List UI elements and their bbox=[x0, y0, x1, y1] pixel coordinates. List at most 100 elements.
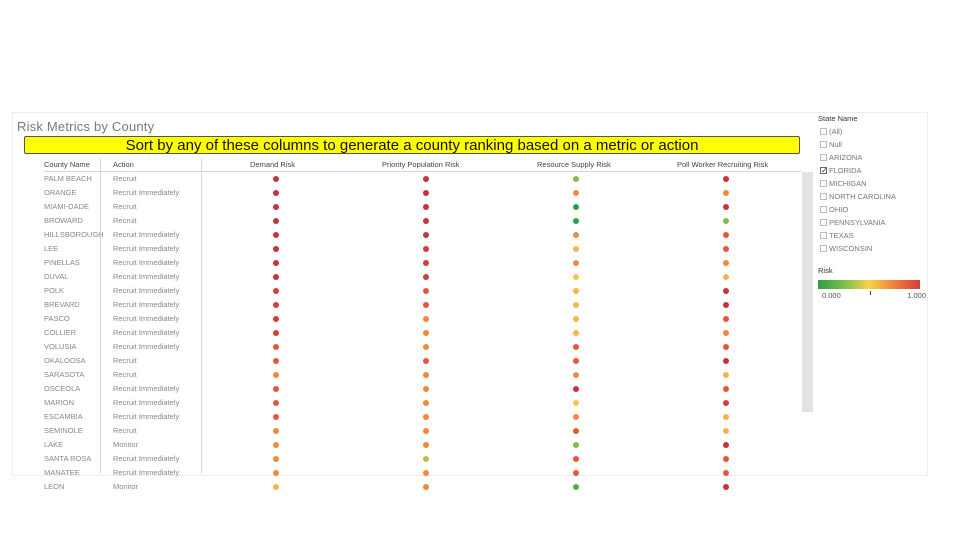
resource-supply-risk-dot[interactable] bbox=[573, 190, 579, 196]
filter-option[interactable]: MICHIGAN bbox=[818, 177, 928, 190]
header-priority-population-risk[interactable]: Priority Population Risk bbox=[382, 158, 460, 171]
table-row[interactable]: PASCO Recruit Immediately bbox=[14, 311, 814, 325]
checkbox-icon[interactable] bbox=[820, 193, 827, 200]
priority-population-risk-dot[interactable] bbox=[423, 330, 429, 336]
priority-population-risk-dot[interactable] bbox=[423, 302, 429, 308]
poll-worker-risk-dot[interactable] bbox=[723, 274, 729, 280]
priority-population-risk-dot[interactable] bbox=[423, 274, 429, 280]
resource-supply-risk-dot[interactable] bbox=[573, 204, 579, 210]
table-row[interactable]: BROWARD Recruit bbox=[14, 213, 814, 227]
demand-risk-dot[interactable] bbox=[273, 288, 279, 294]
priority-population-risk-dot[interactable] bbox=[423, 316, 429, 322]
priority-population-risk-dot[interactable] bbox=[423, 470, 429, 476]
poll-worker-risk-dot[interactable] bbox=[723, 218, 729, 224]
resource-supply-risk-dot[interactable] bbox=[573, 246, 579, 252]
checkbox-icon[interactable] bbox=[820, 128, 827, 135]
table-row[interactable]: OSCEOLA Recruit Immediately bbox=[14, 381, 814, 395]
demand-risk-dot[interactable] bbox=[273, 232, 279, 238]
demand-risk-dot[interactable] bbox=[273, 386, 279, 392]
checkbox-icon[interactable] bbox=[820, 180, 827, 187]
table-row[interactable]: COLLIER Recruit Immediately bbox=[14, 325, 814, 339]
priority-population-risk-dot[interactable] bbox=[423, 288, 429, 294]
priority-population-risk-dot[interactable] bbox=[423, 358, 429, 364]
table-row[interactable]: OKALOOSA Recruit bbox=[14, 353, 814, 367]
table-row[interactable]: LAKE Monitor bbox=[14, 437, 814, 451]
demand-risk-dot[interactable] bbox=[273, 400, 279, 406]
table-row[interactable]: LEE Recruit Immediately bbox=[14, 241, 814, 255]
priority-population-risk-dot[interactable] bbox=[423, 372, 429, 378]
table-row[interactable]: PINELLAS Recruit Immediately bbox=[14, 255, 814, 269]
table-row[interactable]: ORANGE Recruit Immediately bbox=[14, 185, 814, 199]
priority-population-risk-dot[interactable] bbox=[423, 204, 429, 210]
resource-supply-risk-dot[interactable] bbox=[573, 372, 579, 378]
resource-supply-risk-dot[interactable] bbox=[573, 386, 579, 392]
demand-risk-dot[interactable] bbox=[273, 372, 279, 378]
priority-population-risk-dot[interactable] bbox=[423, 484, 429, 490]
resource-supply-risk-dot[interactable] bbox=[573, 260, 579, 266]
poll-worker-risk-dot[interactable] bbox=[723, 386, 729, 392]
resource-supply-risk-dot[interactable] bbox=[573, 288, 579, 294]
priority-population-risk-dot[interactable] bbox=[423, 190, 429, 196]
checkbox-icon[interactable] bbox=[820, 232, 827, 239]
poll-worker-risk-dot[interactable] bbox=[723, 442, 729, 448]
checkbox-checked-icon[interactable]: ✓ bbox=[820, 167, 828, 175]
resource-supply-risk-dot[interactable] bbox=[573, 442, 579, 448]
filter-option[interactable]: TEXAS bbox=[818, 229, 928, 242]
table-row[interactable]: VOLUSIA Recruit Immediately bbox=[14, 339, 814, 353]
poll-worker-risk-dot[interactable] bbox=[723, 428, 729, 434]
table-row[interactable]: LEON Monitor bbox=[14, 479, 814, 493]
filter-option[interactable]: PENNSYLVANIA bbox=[818, 216, 928, 229]
checkbox-icon[interactable] bbox=[820, 206, 827, 213]
poll-worker-risk-dot[interactable] bbox=[723, 470, 729, 476]
resource-supply-risk-dot[interactable] bbox=[573, 302, 579, 308]
resource-supply-risk-dot[interactable] bbox=[573, 484, 579, 490]
filter-option[interactable]: OHIO bbox=[818, 203, 928, 216]
poll-worker-risk-dot[interactable] bbox=[723, 260, 729, 266]
table-scrollbar[interactable] bbox=[802, 172, 813, 412]
poll-worker-risk-dot[interactable] bbox=[723, 414, 729, 420]
checkbox-icon[interactable] bbox=[820, 154, 827, 161]
resource-supply-risk-dot[interactable] bbox=[573, 344, 579, 350]
priority-population-risk-dot[interactable] bbox=[423, 400, 429, 406]
demand-risk-dot[interactable] bbox=[273, 316, 279, 322]
priority-population-risk-dot[interactable] bbox=[423, 414, 429, 420]
resource-supply-risk-dot[interactable] bbox=[573, 456, 579, 462]
header-poll-worker-recruiting-risk[interactable]: Poll Worker Recruiting Risk bbox=[677, 158, 768, 171]
priority-population-risk-dot[interactable] bbox=[423, 456, 429, 462]
table-row[interactable]: MANATEE Recruit Immediately bbox=[14, 465, 814, 479]
poll-worker-risk-dot[interactable] bbox=[723, 302, 729, 308]
header-resource-supply-risk[interactable]: Resource Supply Risk bbox=[537, 158, 611, 171]
poll-worker-risk-dot[interactable] bbox=[723, 232, 729, 238]
demand-risk-dot[interactable] bbox=[273, 246, 279, 252]
table-row[interactable]: HILLSBOROUGH Recruit Immediately bbox=[14, 227, 814, 241]
poll-worker-risk-dot[interactable] bbox=[723, 176, 729, 182]
resource-supply-risk-dot[interactable] bbox=[573, 358, 579, 364]
priority-population-risk-dot[interactable] bbox=[423, 386, 429, 392]
table-row[interactable]: PALM BEACH Recruit bbox=[14, 171, 814, 185]
table-row[interactable]: MARION Recruit Immediately bbox=[14, 395, 814, 409]
priority-population-risk-dot[interactable] bbox=[423, 218, 429, 224]
demand-risk-dot[interactable] bbox=[273, 330, 279, 336]
table-row[interactable]: MIAMI-DADE Recruit bbox=[14, 199, 814, 213]
demand-risk-dot[interactable] bbox=[273, 358, 279, 364]
poll-worker-risk-dot[interactable] bbox=[723, 344, 729, 350]
poll-worker-risk-dot[interactable] bbox=[723, 456, 729, 462]
table-row[interactable]: SEMINOLE Recruit bbox=[14, 423, 814, 437]
resource-supply-risk-dot[interactable] bbox=[573, 414, 579, 420]
checkbox-icon[interactable] bbox=[820, 219, 827, 226]
resource-supply-risk-dot[interactable] bbox=[573, 218, 579, 224]
filter-option[interactable]: ARIZONA bbox=[818, 151, 928, 164]
priority-population-risk-dot[interactable] bbox=[423, 232, 429, 238]
priority-population-risk-dot[interactable] bbox=[423, 344, 429, 350]
poll-worker-risk-dot[interactable] bbox=[723, 204, 729, 210]
demand-risk-dot[interactable] bbox=[273, 274, 279, 280]
demand-risk-dot[interactable] bbox=[273, 302, 279, 308]
checkbox-icon[interactable] bbox=[820, 245, 827, 252]
demand-risk-dot[interactable] bbox=[273, 442, 279, 448]
header-county-name[interactable]: County Name bbox=[44, 158, 90, 171]
table-row[interactable]: DUVAL Recruit Immediately bbox=[14, 269, 814, 283]
demand-risk-dot[interactable] bbox=[273, 428, 279, 434]
filter-option[interactable]: WISCONSIN bbox=[818, 242, 928, 255]
poll-worker-risk-dot[interactable] bbox=[723, 358, 729, 364]
resource-supply-risk-dot[interactable] bbox=[573, 176, 579, 182]
